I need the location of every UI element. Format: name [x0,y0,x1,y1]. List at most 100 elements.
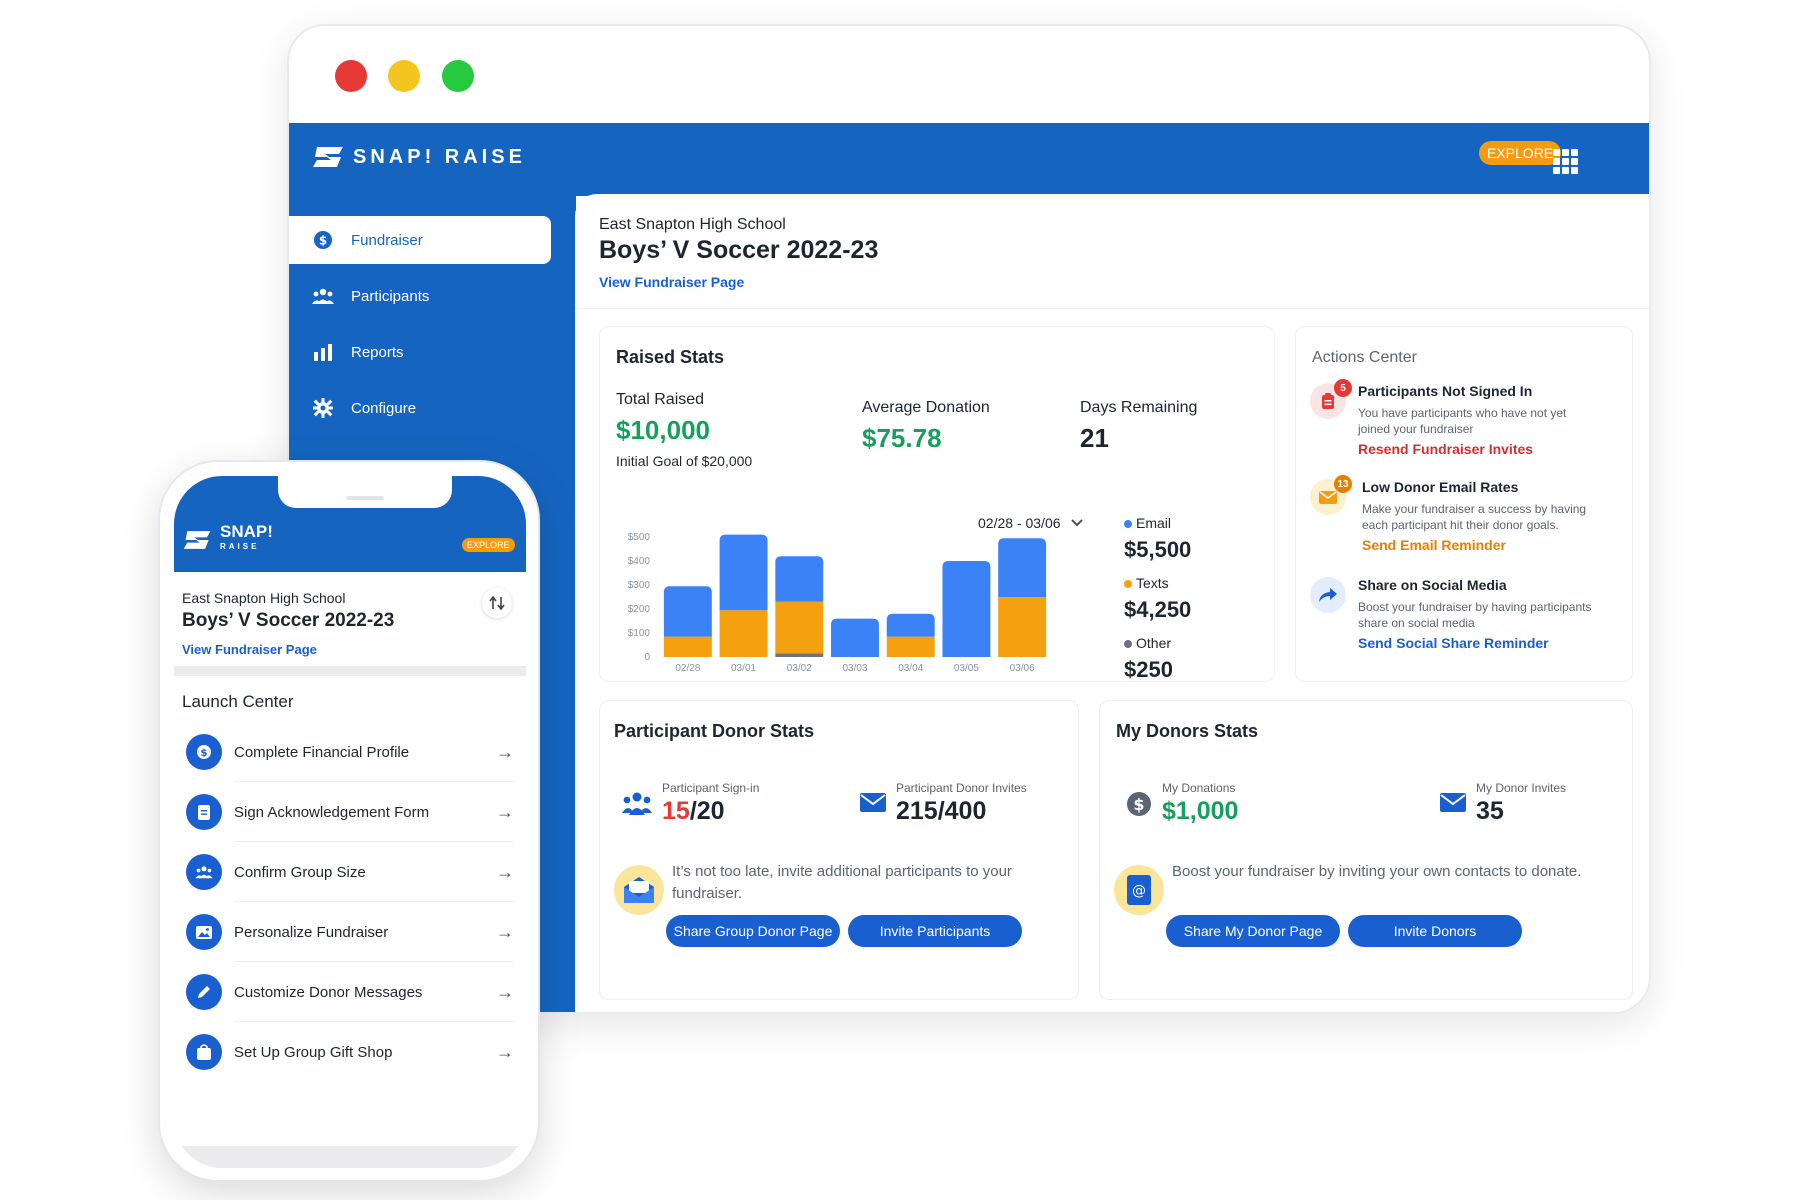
bar-segment-email-02-28[interactable] [663,586,712,637]
my-donors-stats-card: My Donors Stats $ My Donations $1,000 My… [1099,700,1633,1000]
explore-badge[interactable]: EXPLORE [1479,141,1562,165]
share-arrow-icon [1310,577,1346,613]
donor-invites-value: 215/400 [896,797,987,825]
total-raised-value: $10,000 [616,415,710,445]
share-my-donor-page-button[interactable]: Share My Donor Page [1166,915,1340,947]
sidebar-item-configure[interactable]: Configure [289,384,551,432]
bar-segment-texts-03-04[interactable] [886,636,935,657]
snap-raise-logo[interactable]: SNAP! RAISE [311,143,526,171]
stacked-bar-chart-svg: 0 $100 $200 $300 $400 $500 02/28 03/01 03/02 03/0… [628,532,1047,674]
bar-segment-email-03-04[interactable] [886,613,935,637]
envelope-icon [860,793,886,812]
launch-item-donor-messages[interactable]: Customize Donor Messages → [174,962,526,1022]
launch-item-financial-profile[interactable]: $ Complete Financial Profile → [174,722,526,782]
dollar-circle-icon: $ [1127,792,1151,816]
sidebar-item-fundraiser[interactable]: $ Fundraiser [289,216,551,264]
explore-badge[interactable]: EXPLORE [462,538,515,552]
action-description: You have participants who have not yet j… [1358,406,1567,436]
phone-notch [278,476,452,508]
average-donation-value: $75.78 [862,423,942,453]
action-item-low-email: 13 Low Donor Email Rates Make your fundr… [1310,475,1620,559]
apps-grid-icon[interactable] [1553,149,1579,175]
close-window-button[interactable] [335,60,367,92]
launch-item-gift-shop[interactable]: Set Up Group Gift Shop → [174,1022,526,1082]
mail-open-icon [614,865,664,915]
sidebar-item-reports[interactable]: Reports [289,328,551,376]
page-title: Boys’ V Soccer 2022-23 [182,610,395,631]
days-remaining-label: Days Remaining [1080,399,1198,416]
page-title: Boys’ V Soccer 2022-23 [599,236,879,264]
svg-text:$: $ [201,748,208,759]
legend-label: Texts [1136,575,1169,591]
invite-donors-button[interactable]: Invite Donors [1348,915,1522,947]
share-group-donor-page-button[interactable]: Share Group Donor Page [666,915,840,947]
action-item-not-signed-in: 5 Participants Not Signed In You have pa… [1310,379,1620,463]
action-title: Low Donor Email Rates [1362,479,1519,495]
mobile-logo[interactable]: SNAP! RAISE [182,522,273,553]
legend-value: $5,500 [1124,537,1192,562]
speaker-grille [346,496,384,500]
maximize-window-button[interactable] [442,60,474,92]
group-icon [186,854,222,890]
bar-segment-email-03-06[interactable] [998,538,1047,597]
days-remaining-value: 21 [1080,423,1109,453]
x-tick-label: 02/28 [675,663,700,674]
bar-segment-other-03-02[interactable] [775,653,824,657]
minimize-window-button[interactable] [388,60,420,92]
send-social-reminder-link[interactable]: Send Social Share Reminder [1358,635,1549,651]
legend-label: Other [1136,635,1172,651]
arrow-right-icon: → [496,801,514,822]
sidebar-item-participants[interactable]: Participants [289,272,551,320]
view-fundraiser-link[interactable]: View Fundraiser Page [182,642,317,657]
bar-chart-icon [311,340,335,364]
x-tick-label: 03/06 [1010,663,1035,674]
y-tick-label: 0 [644,652,650,663]
x-tick-label: 03/05 [954,663,979,674]
raised-stats-chart: 0 $100 $200 $300 $400 $500 02/28 03/01 03/02 03/0… [600,527,1060,687]
bar-segment-texts-02-28[interactable] [663,636,712,657]
gear-icon [311,396,335,420]
y-tick-label: $100 [628,628,651,639]
invite-participants-button[interactable]: Invite Participants [848,915,1022,947]
card-title: My Donors Stats [1116,721,1259,741]
legend-label: Email [1136,515,1172,531]
signin-total: /20 [689,797,725,825]
launch-item-label: Personalize Fundraiser [234,923,389,941]
resend-invites-link[interactable]: Resend Fundraiser Invites [1358,441,1533,457]
launch-item-personalize[interactable]: Personalize Fundraiser → [174,902,526,962]
dollar-circle-icon: $ [311,228,335,252]
sidebar-item-label: Participants [351,287,430,305]
launch-item-label: Customize Donor Messages [234,983,423,1001]
bar-segment-email-03-05[interactable] [942,561,991,657]
arrow-right-icon: → [496,1041,514,1062]
bar-segment-email-03-03[interactable] [831,618,879,657]
bar-segment-texts-03-02[interactable] [775,601,824,654]
launch-item-label: Complete Financial Profile [234,743,410,761]
card-title: Raised Stats [616,347,725,367]
logo-sub: RAISE [220,542,260,551]
bar-segment-email-03-02[interactable] [775,556,824,602]
raised-stats-card: Raised Stats Total Raised $10,000 Initia… [599,326,1275,682]
arrow-right-icon: → [496,981,514,1002]
launch-item-acknowledgement[interactable]: Sign Acknowledgement Form → [174,782,526,842]
view-fundraiser-link[interactable]: View Fundraiser Page [599,274,744,290]
send-email-reminder-link[interactable]: Send Email Reminder [1362,537,1506,553]
bar-segment-email-03-01[interactable] [719,534,768,611]
participant-donor-stats-card: Participant Donor Stats Participant Sign… [599,700,1079,1000]
bar-segment-texts-03-06[interactable] [998,597,1047,657]
bar-segment-texts-03-01[interactable] [719,610,768,657]
header-divider [575,308,1649,309]
svg-text:$: $ [1133,795,1144,814]
notification-badge: 5 [1334,379,1352,397]
swap-button[interactable] [482,588,512,618]
my-donations-value: $1,000 [1162,797,1239,825]
logo-main: SNAP! [220,522,273,541]
svg-text:@: @ [1132,883,1146,899]
launch-item-group-size[interactable]: Confirm Group Size → [174,842,526,902]
x-tick-label: 03/04 [898,663,923,674]
pencil-icon [186,974,222,1010]
boost-message: Boost your fundraiser by inviting your o… [1172,863,1582,880]
launch-item-label: Set Up Group Gift Shop [234,1043,393,1061]
people-group-icon [311,284,335,308]
svg-text:$: $ [319,234,327,248]
